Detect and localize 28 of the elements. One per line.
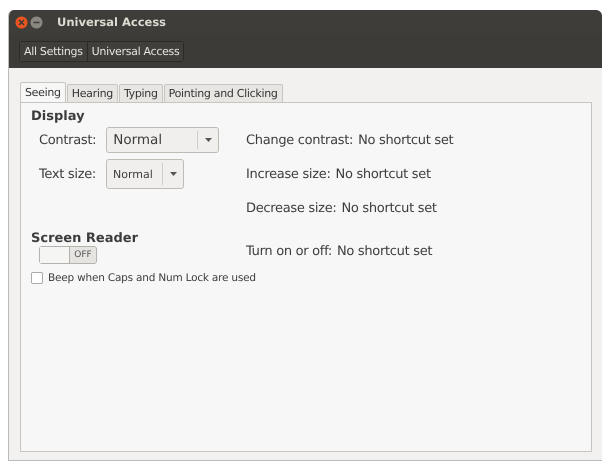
dropdown[interactable]: Normal <box>106 159 184 189</box>
shortcut-value[interactable]: No shortcut set <box>336 166 431 182</box>
close-icon[interactable] <box>15 16 28 28</box>
shortcut-value[interactable]: No shortcut set <box>341 200 437 216</box>
tab[interactable]: Pointing and Clicking <box>164 84 283 102</box>
shortcut-label: Increase size: <box>246 166 331 182</box>
dropdown-arrow-icon <box>205 138 212 142</box>
shortcut-value[interactable]: No shortcut set <box>358 132 454 148</box>
shortcut-label: Turn on or off: <box>246 244 332 258</box>
field-label: Contrast: <box>39 132 96 148</box>
toggle-switch[interactable]: OFF <box>39 246 97 264</box>
tab[interactable]: Typing <box>118 84 163 102</box>
section-heading: Display <box>31 109 86 124</box>
checkbox[interactable] <box>31 272 43 284</box>
shortcut-value[interactable]: No shortcut set <box>336 244 432 258</box>
shortcut-label: Decrease size: <box>246 200 336 216</box>
breadcrumb-button[interactable]: All Settings <box>20 42 88 60</box>
checkbox-label: Beep when Caps and Num Lock are used <box>48 272 256 284</box>
minimize-icon[interactable] <box>30 16 43 28</box>
window-title: Universal Access <box>57 15 166 29</box>
shortcut-label: Change contrast: <box>246 132 354 148</box>
section-heading: Screen Reader <box>31 231 140 246</box>
field-label: Text size: <box>39 166 96 182</box>
breadcrumb-button[interactable]: Universal Access <box>88 42 184 60</box>
tab[interactable]: Hearing <box>66 84 118 102</box>
dropdown[interactable]: Normal <box>106 127 220 153</box>
dropdown-arrow-icon <box>170 172 178 176</box>
tab[interactable]: Seeing <box>20 82 66 102</box>
